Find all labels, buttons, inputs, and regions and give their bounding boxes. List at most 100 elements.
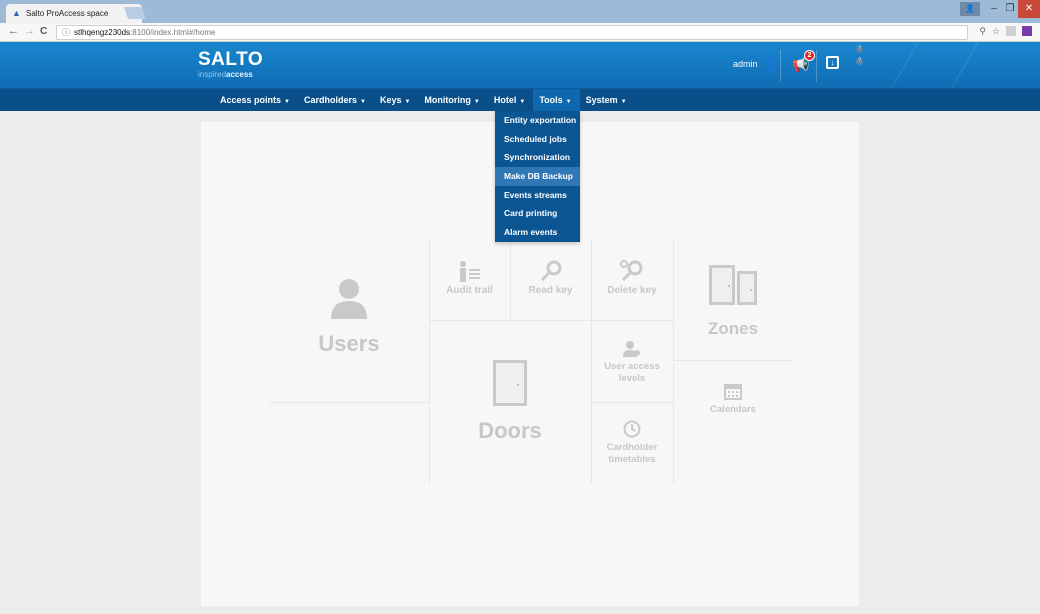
door-knob: [517, 384, 519, 386]
main-nav: Access points ▼ Cardholders ▼ Keys ▼ Monito…: [0, 88, 1040, 112]
pin-icon[interactable]: ⚲: [979, 26, 986, 37]
users-label: Users: [318, 331, 380, 356]
restore-icon[interactable]: ❐: [1002, 0, 1018, 18]
grid-divider: [591, 402, 673, 403]
tagline-light: inspired: [198, 70, 227, 79]
users-tile[interactable]: Users: [269, 277, 429, 357]
info-dot-icon[interactable]: ?: [856, 58, 863, 65]
url-path: :8100/index.html#/home: [130, 28, 216, 37]
user-icon: 👤: [763, 57, 779, 71]
nav-label: Access points: [220, 95, 282, 105]
cardholder-timetables-label-line1: Cardholder: [606, 442, 658, 453]
logout-icon[interactable]: ↓: [826, 56, 839, 69]
tab-title: Salto ProAccess space: [26, 9, 109, 18]
door-icon: [493, 360, 527, 406]
salto-logo[interactable]: SALTO inspiredaccess: [198, 49, 264, 80]
back-icon[interactable]: ←: [8, 25, 19, 37]
audit-trail-label: Audit trail: [446, 285, 493, 296]
grid-divider: [673, 360, 793, 361]
onenote-icon[interactable]: [1022, 26, 1032, 36]
menu-item-scheduled-jobs[interactable]: Scheduled jobs: [495, 130, 580, 149]
caret-down-icon: ▼: [473, 99, 480, 105]
notification-badge: 2: [804, 50, 815, 61]
nav-label: System: [585, 95, 618, 105]
user-menu[interactable]: admin 👤: [733, 57, 778, 71]
delete-key-icon: [620, 260, 643, 282]
profile-icon[interactable]: 👤: [960, 2, 980, 16]
cardholder-timetables-label-line2: timetables: [608, 454, 656, 465]
forward-icon[interactable]: →: [24, 25, 35, 37]
key-icon: [540, 260, 561, 282]
nav-cardholders[interactable]: Cardholders ▼: [298, 89, 374, 112]
address-bar[interactable]: ⓘ stlhqengz230ds :8100/index.html#/home: [56, 25, 968, 40]
bookmark-star-icon[interactable]: ☆: [992, 26, 1000, 37]
menu-item-events-streams[interactable]: Events streams: [495, 186, 580, 205]
header-decoration: [882, 42, 920, 88]
browser-tab-strip: ▲ Salto ProAccess space × 👤 – ❐ ✕: [0, 0, 1040, 23]
browser-tab[interactable]: ▲ Salto ProAccess space ×: [6, 4, 142, 23]
nav-access-points[interactable]: Access points ▼: [214, 89, 298, 112]
user-access-icon: [623, 341, 640, 357]
zones-tile[interactable]: Zones: [673, 265, 793, 339]
read-key-label: Read key: [528, 285, 573, 296]
minimize-icon[interactable]: –: [986, 0, 1002, 18]
grid-divider: [269, 402, 429, 403]
nav-keys[interactable]: Keys ▼: [374, 89, 418, 112]
menu-item-synchronization[interactable]: Synchronization: [495, 148, 580, 167]
header-divider: [816, 50, 817, 82]
nav-label: Cardholders: [303, 95, 357, 105]
cardholder-timetables-tile[interactable]: Cardholder timetables: [591, 420, 673, 466]
user-icon: [331, 279, 367, 319]
nav-label: Tools: [539, 95, 563, 105]
nav-hotel[interactable]: Hotel ▼: [488, 89, 533, 112]
tagline-bold: access: [226, 70, 253, 79]
delete-key-label: Delete key: [607, 285, 657, 296]
caret-down-icon: ▼: [360, 99, 366, 105]
window-controls: 👤 – ❐ ✕: [960, 0, 1040, 18]
nav-label: Monitoring: [424, 95, 471, 105]
menu-item-make-db-backup[interactable]: Make DB Backup: [495, 167, 580, 186]
header-decoration: [942, 42, 980, 88]
menu-item-alarm-events[interactable]: Alarm events: [495, 223, 580, 242]
nav-menu: Access points ▼ Cardholders ▼ Keys ▼ Monito…: [214, 89, 635, 112]
reload-icon[interactable]: C: [40, 26, 47, 37]
door-knob: [750, 289, 752, 291]
audit-trail-tile[interactable]: Audit trail: [429, 260, 510, 296]
zones-icon: [709, 265, 757, 305]
user-access-levels-tile[interactable]: User access levels: [591, 340, 673, 385]
window-close-icon[interactable]: ✕: [1018, 0, 1040, 18]
menu-item-entity-exportation[interactable]: Entity exportation: [495, 111, 580, 130]
help-dot-icon[interactable]: ?: [856, 46, 863, 53]
logo-text: SALTO: [198, 49, 264, 70]
zone-door-shape: [709, 265, 735, 305]
caret-down-icon: ▼: [404, 99, 411, 105]
zone-door-shape: [737, 271, 757, 305]
caret-down-icon: ▼: [565, 99, 572, 105]
salto-favicon-icon: ▲: [12, 8, 21, 18]
nav-monitoring[interactable]: Monitoring ▼: [418, 89, 487, 112]
nav-label: Keys: [379, 95, 402, 105]
calendar-icon: [724, 384, 742, 400]
user-access-levels-label-line1: User access: [604, 361, 660, 372]
extension-area: ⚲ ☆: [979, 26, 1032, 37]
delete-key-tile[interactable]: Delete key: [591, 260, 673, 296]
caret-down-icon: ▼: [284, 99, 290, 105]
read-key-tile[interactable]: Read key: [510, 260, 591, 296]
new-tab-button[interactable]: [123, 7, 147, 19]
header-divider: [780, 50, 781, 82]
nav-tools[interactable]: Tools ▼: [533, 89, 580, 112]
nav-system[interactable]: System ▼: [580, 89, 635, 112]
caret-down-icon: ▼: [519, 99, 526, 105]
calendars-tile[interactable]: Calendars: [673, 382, 793, 415]
menu-item-card-printing[interactable]: Card printing: [495, 204, 580, 223]
zones-label: Zones: [707, 319, 759, 338]
door-knob: [728, 285, 730, 287]
door-shape: [493, 360, 527, 406]
extension-icon[interactable]: [1006, 26, 1016, 36]
doors-tile[interactable]: Doors: [429, 360, 591, 444]
tools-dropdown-menu: Entity exportation Scheduled jobs Synchr…: [495, 111, 580, 242]
logo-tagline: inspiredaccess: [198, 70, 263, 79]
user-access-levels-label-line2: levels: [618, 373, 646, 384]
site-info-icon[interactable]: ⓘ: [62, 27, 70, 38]
nav-label: Hotel: [493, 95, 517, 105]
